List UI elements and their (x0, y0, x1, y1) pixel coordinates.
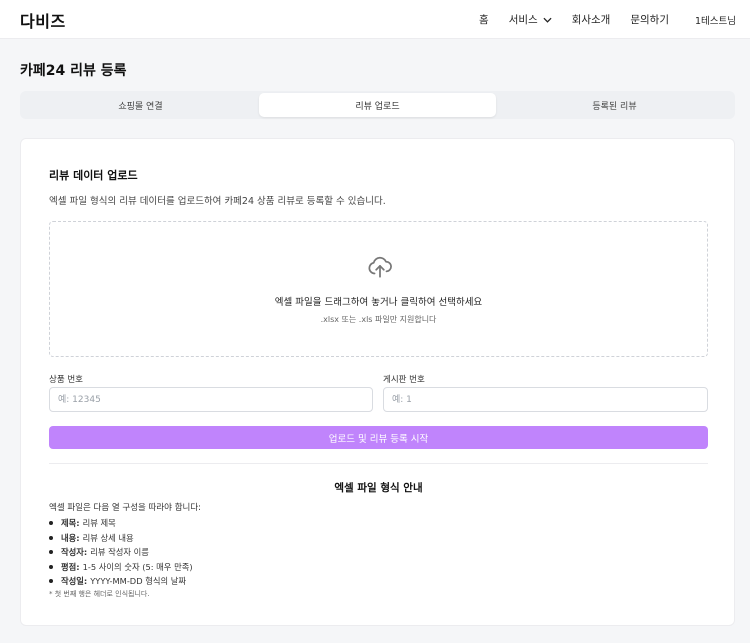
list-item: 제목: 리뷰 제목 (49, 516, 193, 531)
bullet-icon (49, 564, 53, 569)
page-title: 카페24 리뷰 등록 (20, 63, 127, 79)
product-number-input[interactable] (49, 387, 373, 412)
tab-registered-reviews[interactable]: 등록된 리뷰 (496, 93, 733, 117)
tab-bar: 쇼핑몰 연결 리뷰 업로드 등록된 리뷰 (20, 91, 735, 119)
board-number-label: 게시판 번호 (383, 375, 425, 385)
guide-item-desc: 리뷰 상세 내용 (82, 532, 134, 543)
nav-contact-link[interactable]: 문의하기 (630, 12, 669, 27)
nav-services-label: 서비스 (508, 14, 538, 26)
list-item: 작성일: YYYY-MM-DD 형식의 날짜 (49, 574, 193, 589)
dropzone-hint: .xlsx 또는 .xls 파일만 지원합니다 (320, 315, 437, 324)
brand-logo[interactable]: 다비즈 (20, 8, 66, 32)
file-dropzone[interactable]: 엑셀 파일을 드래그하여 놓거나 클릭하여 선택하세요 .xlsx 또는 .xl… (49, 221, 708, 357)
list-item: 평점: 1-5 사이의 숫자 (5: 매우 만족) (49, 560, 193, 575)
product-number-label: 상품 번호 (49, 375, 83, 385)
upload-card: 리뷰 데이터 업로드 엑셀 파일 형식의 리뷰 데이터를 업로드하여 카페24 … (20, 138, 735, 626)
guide-item-desc: 1-5 사이의 숫자 (5: 매우 만족) (82, 561, 193, 572)
guide-list: 제목: 리뷰 제목 내용: 리뷰 상세 내용 작성자: 리뷰 작성자 이름 평점: 1-… (49, 516, 193, 589)
bullet-icon (49, 535, 53, 540)
tab-review-upload[interactable]: 리뷰 업로드 (259, 93, 496, 117)
guide-note: * 첫 번째 행은 헤더로 인식됩니다. (49, 590, 150, 598)
guide-item-key: 작성일: (61, 576, 88, 587)
chevron-down-icon (543, 17, 552, 23)
tab-shop-connect[interactable]: 쇼핑몰 연결 (22, 93, 259, 117)
guide-item-key: 내용: (61, 532, 80, 543)
guide-intro: 엑셀 파일은 다음 열 구성을 따라야 합니다: (49, 503, 202, 513)
upload-submit-button[interactable]: 업로드 및 리뷰 등록 시작 (49, 426, 708, 449)
guide-title: 엑셀 파일 형식 안내 (334, 482, 423, 494)
guide-item-desc: 리뷰 작성자 이름 (90, 547, 149, 558)
bullet-icon (49, 550, 53, 555)
card-description: 엑셀 파일 형식의 리뷰 데이터를 업로드하여 카페24 상품 리뷰로 등록할 … (49, 196, 386, 207)
nav-links: 홈 서비스 회사소개 문의하기 1테스트님 (459, 0, 736, 39)
list-item: 내용: 리뷰 상세 내용 (49, 531, 193, 546)
cloud-upload-icon (368, 256, 392, 278)
bullet-icon (49, 579, 53, 584)
nav-services-menu[interactable]: 서비스 (509, 12, 552, 27)
guide-item-key: 작성자: (61, 547, 88, 558)
nav-about-link[interactable]: 회사소개 (572, 12, 611, 27)
bullet-icon (49, 521, 53, 526)
guide-item-key: 제목: (61, 518, 80, 529)
guide-item-desc: YYYY-MM-DD 형식의 날짜 (90, 576, 187, 587)
board-number-input[interactable] (383, 387, 708, 412)
guide-item-desc: 리뷰 제목 (82, 518, 116, 529)
list-item: 작성자: 리뷰 작성자 이름 (49, 545, 193, 560)
card-title: 리뷰 데이터 업로드 (49, 169, 138, 182)
nav-home-link[interactable]: 홈 (479, 12, 489, 27)
top-navbar: 다비즈 홈 서비스 회사소개 문의하기 1테스트님 (0, 0, 750, 39)
dropzone-instruction: 엑셀 파일을 드래그하여 놓거나 클릭하여 선택하세요 (274, 297, 483, 308)
section-divider (49, 463, 708, 464)
user-menu[interactable]: 1테스트님 (695, 13, 736, 27)
guide-item-key: 평점: (61, 561, 80, 572)
